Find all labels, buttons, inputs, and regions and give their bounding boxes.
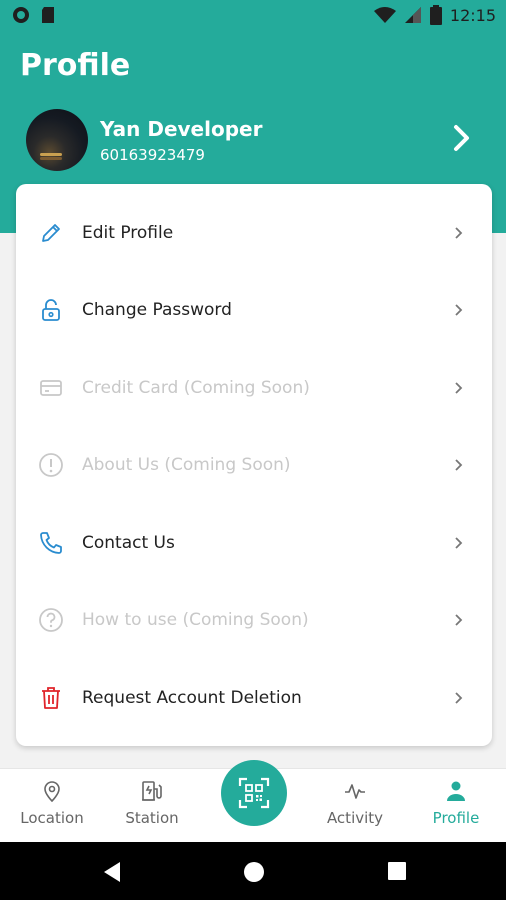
avatar	[26, 109, 88, 171]
wifi-icon	[373, 7, 396, 23]
page-title: Profile	[20, 48, 131, 83]
tab-label: Location	[20, 809, 84, 827]
chevron-right-icon	[455, 382, 463, 394]
back-icon[interactable]	[102, 861, 122, 883]
chevron-right-icon	[455, 304, 463, 316]
trash-icon	[38, 685, 64, 711]
profile-menu-card: Edit Profile Change Password Credit Card…	[16, 184, 492, 746]
tab-label: Activity	[326, 809, 384, 827]
pencil-icon	[38, 220, 64, 246]
charging-station-icon	[142, 781, 162, 801]
menu-item-about-us[interactable]: About Us (Coming Soon)	[16, 435, 492, 495]
chevron-right-icon[interactable]	[452, 124, 472, 152]
menu-item-label: Contact Us	[82, 533, 175, 553]
status-bar: 12:15	[0, 0, 506, 32]
signal-icon	[404, 7, 421, 23]
menu-item-how-to-use[interactable]: How to use (Coming Soon)	[16, 590, 492, 650]
help-icon	[38, 607, 64, 633]
profile-summary[interactable]: Yan Developer 60163923479	[26, 108, 486, 172]
activity-icon	[345, 784, 365, 799]
chevron-right-icon	[455, 459, 463, 471]
menu-item-label: Request Account Deletion	[82, 688, 302, 708]
menu-item-label: About Us (Coming Soon)	[82, 455, 291, 475]
tab-location[interactable]: Location	[2, 769, 102, 843]
menu-item-label: Credit Card (Coming Soon)	[82, 378, 310, 398]
chevron-right-icon	[455, 614, 463, 626]
lock-icon	[38, 297, 64, 323]
status-time: 12:15	[449, 5, 496, 25]
recents-icon[interactable]	[387, 861, 407, 881]
status-right: 12:15	[373, 5, 496, 25]
menu-item-label: How to use (Coming Soon)	[82, 610, 309, 630]
menu-item-credit-card[interactable]: Credit Card (Coming Soon)	[16, 358, 492, 418]
phone-icon	[38, 530, 64, 556]
tab-activity[interactable]: Activity	[305, 769, 405, 843]
battery-icon	[429, 5, 442, 25]
sd-card-icon	[42, 7, 54, 23]
menu-item-label: Edit Profile	[82, 223, 174, 243]
status-left	[12, 6, 56, 24]
profile-info: Yan Developer 60163923479	[100, 116, 262, 164]
menu-item-edit-profile[interactable]: Edit Profile	[16, 203, 492, 263]
info-icon	[38, 452, 64, 478]
map-pin-icon	[44, 781, 60, 803]
tab-label: Profile	[432, 809, 480, 827]
menu-item-label: Change Password	[82, 300, 232, 320]
profile-screen: 12:15 Profile Yan Developer 60163923479 …	[0, 0, 506, 900]
home-icon[interactable]	[243, 861, 265, 883]
tab-profile[interactable]: Profile	[406, 769, 506, 843]
menu-item-contact-us[interactable]: Contact Us	[16, 513, 492, 573]
menu-item-change-password[interactable]: Change Password	[16, 280, 492, 340]
chevron-right-icon	[455, 227, 463, 239]
chevron-right-icon	[455, 692, 463, 704]
system-navigation-bar	[0, 842, 506, 900]
tab-station[interactable]: Station	[102, 769, 202, 843]
menu-item-request-account-deletion[interactable]: Request Account Deletion	[16, 668, 492, 728]
circle-notification-icon	[13, 7, 29, 23]
user-phone: 60163923479	[100, 146, 205, 164]
person-icon	[447, 781, 465, 801]
user-name: Yan Developer	[100, 117, 263, 141]
qr-scan-icon	[238, 777, 270, 809]
tab-label: Station	[125, 809, 179, 827]
chevron-right-icon	[455, 537, 463, 549]
scan-qr-button[interactable]	[221, 760, 287, 826]
credit-card-icon	[38, 375, 64, 401]
